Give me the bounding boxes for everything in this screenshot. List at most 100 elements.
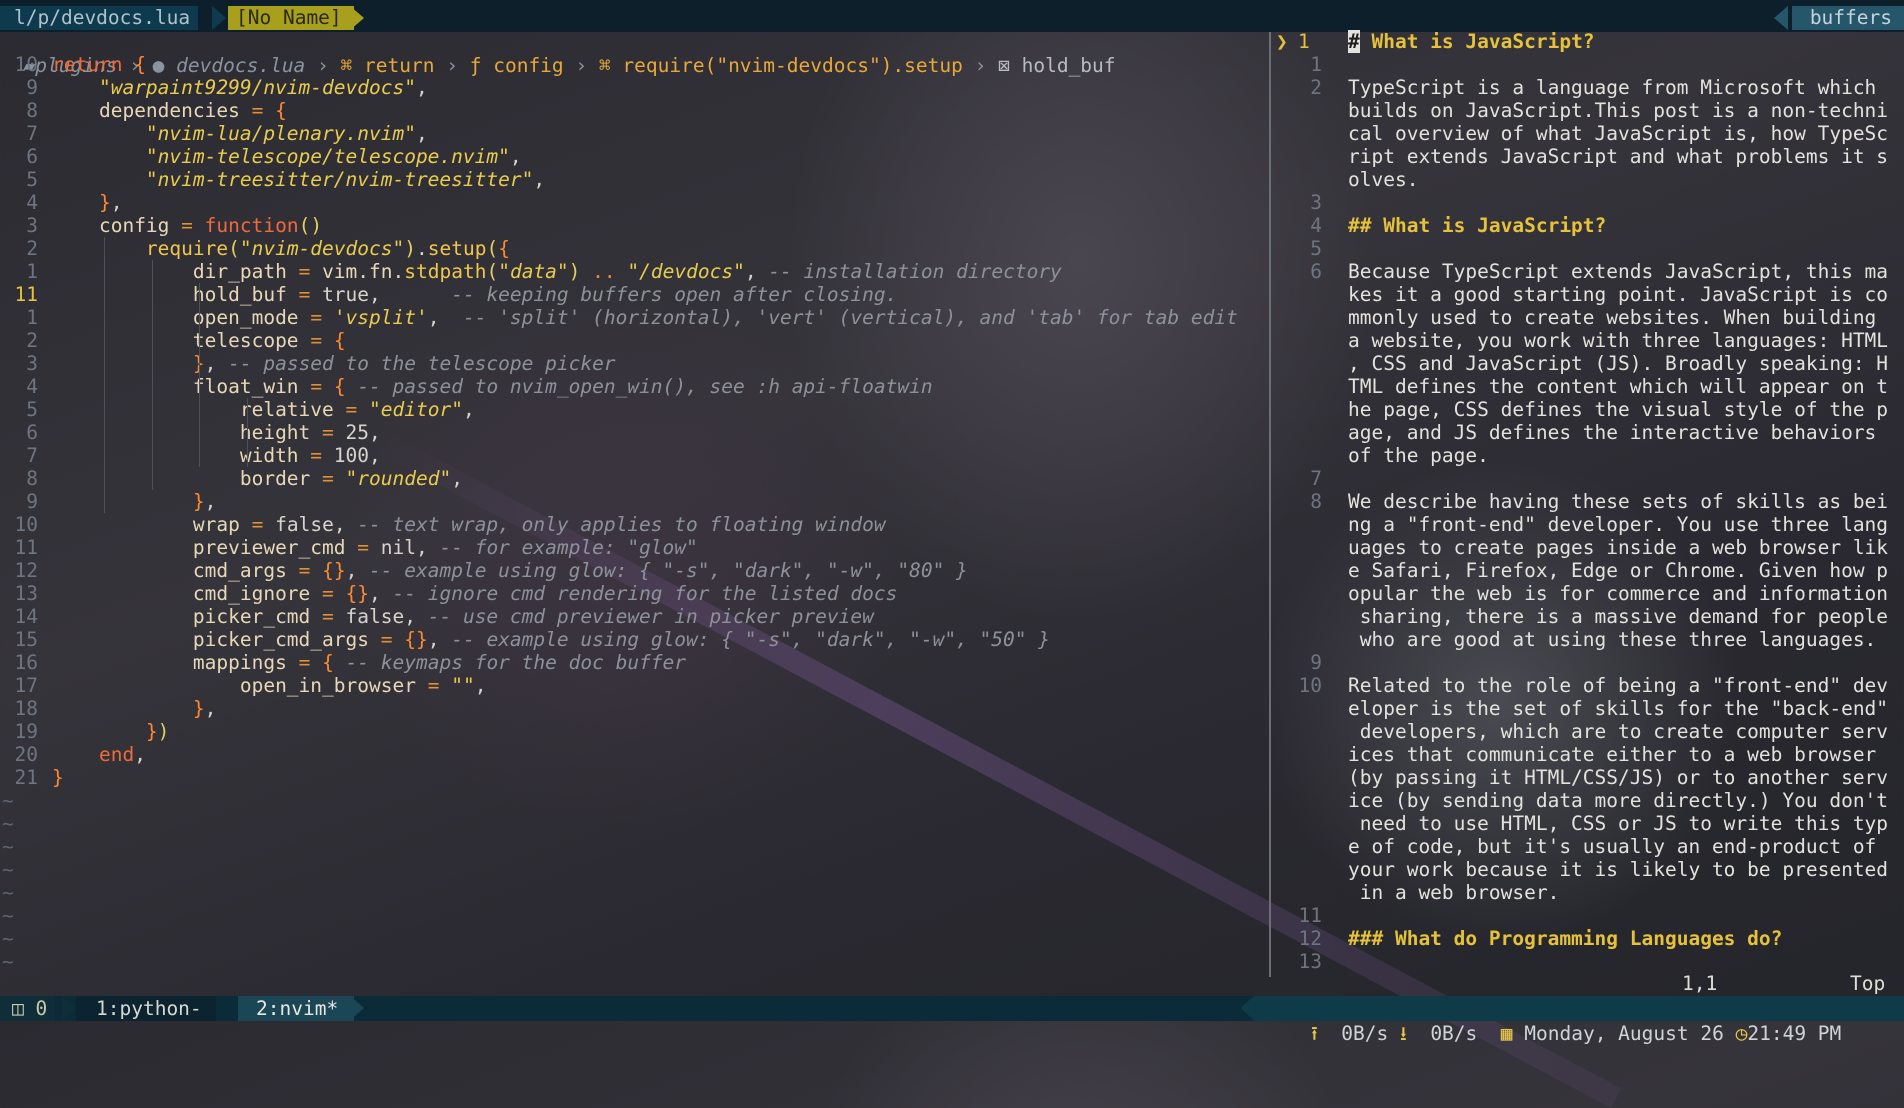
breadcrumb-setup[interactable]: require("nvim-devdocs").setup [622, 54, 962, 77]
doc-line-number: 3 [1310, 191, 1322, 214]
doc-cursor-line-number: 1 [1298, 30, 1310, 53]
code-line[interactable]: picker_cmd_args = {}, -- example using g… [52, 628, 1050, 651]
tmux-window-2[interactable]: 2:nvim* [238, 996, 355, 1021]
tab-separator-icon [350, 6, 364, 30]
code-line[interactable]: require("nvim-devdocs").setup({ [52, 237, 510, 260]
empty-line-tilde: ~ [2, 812, 14, 835]
breadcrumb-file[interactable]: devdocs.lua [176, 54, 305, 77]
line-number: 13 [14, 582, 38, 605]
function-icon: ƒ [469, 54, 482, 77]
code-line[interactable]: }, [52, 191, 123, 214]
doc-line-number: 9 [1310, 651, 1322, 674]
boolean-icon: ⊠ [998, 54, 1010, 77]
line-number: 18 [14, 697, 38, 720]
code-line[interactable]: relative = "editor", [52, 398, 475, 421]
code-line[interactable]: wrap = false, -- text wrap, only applies… [52, 513, 886, 536]
tab-no-name[interactable]: [No Name] [228, 6, 354, 30]
doc-text-line: opular the web is for commerce and infor… [1348, 582, 1889, 605]
empty-line-tilde: ~ [2, 835, 14, 858]
upload-icon: ⭱ [1310, 1022, 1318, 1045]
doc-line-number: 11 [1298, 904, 1322, 927]
doc-text-line: your work because it is likely to be pre… [1348, 858, 1889, 881]
doc-text-line: Related to the role of being a "front-en… [1348, 674, 1889, 697]
doc-text-line: sharing, there is a massive demand for p… [1348, 605, 1889, 628]
code-line[interactable]: open_mode = 'vsplit', -- 'split' (horizo… [52, 306, 1238, 329]
line-number: 17 [14, 674, 38, 697]
empty-line-tilde: ~ [2, 927, 14, 950]
doc-line-number: 1 [1310, 53, 1322, 76]
code-line[interactable]: picker_cmd = false, -- use cmd previewer… [52, 605, 874, 628]
breadcrumb-hold-buf[interactable]: hold_buf [1022, 54, 1116, 77]
doc-text-line: eloper is the set of skills for the "bac… [1348, 697, 1889, 720]
doc-text-line: TML defines the content which will appea… [1348, 375, 1889, 398]
code-line[interactable]: float_win = { -- passed to nvim_open_win… [52, 375, 933, 398]
code-line[interactable]: border = "rounded", [52, 467, 463, 490]
breadcrumb-config[interactable]: config [493, 54, 563, 77]
breadcrumb-return[interactable]: return [364, 54, 434, 77]
code-line[interactable]: cmd_ignore = {}, -- ignore cmd rendering… [52, 582, 897, 605]
symbol-package-icon: ⌘ [598, 54, 611, 77]
line-number: 5 [26, 398, 38, 421]
session-indicator[interactable]: ◫ 0 [0, 996, 56, 1021]
tab-separator-icon [212, 6, 226, 30]
doc-text-line: of the page. [1348, 444, 1489, 467]
line-number: 4 [26, 191, 38, 214]
doc-text-line: builds on JavaScript.This post is a non-… [1348, 99, 1889, 122]
tab-current-file[interactable]: l/p/devdocs.lua [0, 6, 199, 30]
line-number: 16 [14, 651, 38, 674]
buffers-label[interactable]: buffers [1791, 6, 1904, 30]
doc-line-number: 10 [1298, 674, 1322, 697]
window-separator [1269, 32, 1271, 977]
doc-text-line: need to use HTML, CSS or JS to write thi… [1348, 812, 1889, 835]
code-line[interactable]: dependencies = { [52, 99, 287, 122]
code-line[interactable]: "nvim-lua/plenary.nvim", [52, 122, 428, 145]
doc-text-line: a website, you work with three languages… [1348, 329, 1889, 352]
code-line[interactable]: mappings = { -- keymaps for the doc buff… [52, 651, 686, 674]
empty-line-tilde: ~ [2, 904, 14, 927]
code-line[interactable]: "warpaint9299/nvim-devdocs", [52, 76, 428, 99]
line-number: 1 [26, 260, 38, 283]
doc-text-line: (by passing it HTML/CSS/JS) or to anothe… [1348, 766, 1889, 789]
doc-text-line: Because TypeScript extends JavaScript, t… [1348, 260, 1889, 283]
line-number: 1 [26, 306, 38, 329]
line-number: 7 [26, 444, 38, 467]
doc-text-line: cal overview of what JavaScript is, how … [1348, 122, 1889, 145]
doc-line-number: 12 [1298, 927, 1322, 950]
code-line[interactable]: "nvim-telescope/telescope.nvim", [52, 145, 522, 168]
code-line[interactable]: }, [52, 490, 217, 513]
tmux-window-1[interactable]: 1:python- [76, 996, 216, 1021]
line-number: 9 [26, 490, 38, 513]
code-line[interactable]: } [52, 766, 64, 789]
code-line[interactable]: height = 25, [52, 421, 381, 444]
code-line[interactable]: }) [52, 720, 170, 743]
line-number: 8 [26, 99, 38, 122]
doc-text-line: olves. [1348, 168, 1419, 191]
doc-text-line: uages to create pages inside a web brows… [1348, 536, 1889, 559]
code-line[interactable]: width = 100, [52, 444, 381, 467]
code-line[interactable]: cmd_args = {}, -- example using glow: { … [52, 559, 968, 582]
status-right-separator-icon [1240, 996, 1254, 1020]
indent-guide [151, 260, 153, 490]
line-number: 15 [14, 628, 38, 651]
code-line[interactable]: end, [52, 743, 146, 766]
breadcrumb: ▰plugins › ● devdocs.lua › ⌘ return › ƒ … [23, 54, 1116, 77]
code-line[interactable]: }, -- passed to the telescope picker [52, 352, 616, 375]
code-line[interactable]: previewer_cmd = nil, -- for example: "gl… [52, 536, 698, 559]
symbol-package-icon: ⌘ [340, 54, 353, 77]
buffers-separator-icon [1774, 6, 1788, 30]
code-line[interactable]: "nvim-treesitter/nvim-treesitter", [52, 168, 545, 191]
code-line[interactable]: config = function() [52, 214, 322, 237]
line-number: 10 [14, 513, 38, 536]
code-line[interactable]: }, [52, 697, 217, 720]
tmux-status-bar: ◫ 0 1:python- 2:nvim* ⭱ 0B/s ⭳ 0B/s ▦ Mo… [0, 996, 1904, 1045]
code-line[interactable]: hold_buf = true, -- keeping buffers open… [52, 283, 897, 306]
code-line[interactable]: dir_path = vim.fn.stdpath("data") .. "/d… [52, 260, 1062, 283]
code-line[interactable]: return { [52, 53, 146, 76]
upload-rate: 0B/s [1341, 1022, 1389, 1045]
doc-text-line: TypeScript is a language from Microsoft … [1348, 76, 1877, 99]
doc-text-line: mmonly used to create websites. When bui… [1348, 306, 1877, 329]
line-number: 4 [26, 375, 38, 398]
calendar-icon: ▦ [1500, 1022, 1513, 1045]
indent-guide [103, 237, 105, 513]
code-line[interactable]: open_in_browser = "", [52, 674, 487, 697]
